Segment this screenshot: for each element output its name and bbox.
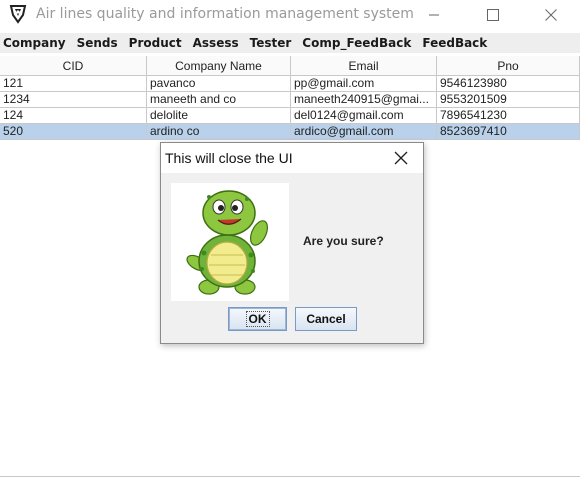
table-row[interactable]: 1234 maneeth and co maneeth240915@gmai..… — [0, 92, 580, 108]
maximize-button[interactable] — [464, 0, 522, 30]
table-cell: 1234 — [0, 92, 147, 108]
table-cell: maneeth240915@gmai... — [291, 92, 437, 108]
table-cell: 121 — [0, 76, 147, 92]
table-cell: 520 — [0, 124, 147, 140]
dialog-titlebar: This will close the UI — [161, 143, 423, 173]
confirm-dialog: This will close the UI Are you sure? OK … — [160, 142, 424, 344]
menu-tester[interactable]: Tester — [250, 36, 292, 50]
table-bottom-border — [0, 476, 580, 477]
shield-logo-icon — [9, 5, 27, 24]
minimize-button[interactable] — [405, 0, 463, 30]
window-title: Air lines quality and information manage… — [36, 6, 414, 22]
table-cell: 9546123980 — [437, 76, 580, 92]
dialog-title: This will close the UI — [165, 150, 293, 166]
table-row[interactable]: 121 pavanco pp@gmail.com 9546123980 — [0, 76, 580, 92]
ok-button-label: OK — [245, 311, 270, 327]
close-icon — [545, 9, 557, 21]
table-row-selected[interactable]: 520 ardino co ardico@gmail.com 852369741… — [0, 124, 580, 140]
ok-button[interactable]: OK — [228, 307, 287, 331]
column-header-company-name[interactable]: Company Name — [147, 56, 291, 76]
menu-comp-feedback[interactable]: Comp_FeedBack — [302, 36, 411, 50]
table-cell: ardino co — [147, 124, 291, 140]
dialog-message: Are you sure? — [303, 234, 384, 248]
close-button[interactable] — [522, 0, 580, 30]
table-cell: del0124@gmail.com — [291, 108, 437, 124]
menu-sends[interactable]: Sends — [77, 36, 118, 50]
turtle-icon — [171, 183, 289, 301]
menu-assess[interactable]: Assess — [193, 36, 239, 50]
close-icon — [394, 151, 408, 165]
menu-product[interactable]: Product — [129, 36, 182, 50]
menu-feedback[interactable]: FeedBack — [422, 36, 487, 50]
table-body: 121 pavanco pp@gmail.com 9546123980 1234… — [0, 76, 580, 140]
menu-company[interactable]: Company — [3, 36, 66, 50]
table-cell: 7896541230 — [437, 108, 580, 124]
window-titlebar: Air lines quality and information manage… — [0, 0, 580, 30]
table-cell: maneeth and co — [147, 92, 291, 108]
table-row[interactable]: 124 delolite del0124@gmail.com 789654123… — [0, 108, 580, 124]
column-header-cid[interactable]: CID — [0, 56, 147, 76]
column-header-email[interactable]: Email — [291, 56, 437, 76]
table-header: CID Company Name Email Pno — [0, 56, 580, 76]
minimize-icon — [429, 14, 439, 16]
table-cell: ardico@gmail.com — [291, 124, 437, 140]
table-cell: 9553201509 — [437, 92, 580, 108]
table-cell: pp@gmail.com — [291, 76, 437, 92]
menu-bar: Company Sends Product Assess Tester Comp… — [0, 33, 580, 53]
table-cell: delolite — [147, 108, 291, 124]
table-cell: 8523697410 — [437, 124, 580, 140]
table-cell: 124 — [0, 108, 147, 124]
table-cell: pavanco — [147, 76, 291, 92]
dialog-close-button[interactable] — [391, 149, 411, 167]
cancel-button[interactable]: Cancel — [295, 307, 357, 331]
maximize-icon — [487, 9, 499, 21]
column-header-pno[interactable]: Pno — [437, 56, 580, 76]
